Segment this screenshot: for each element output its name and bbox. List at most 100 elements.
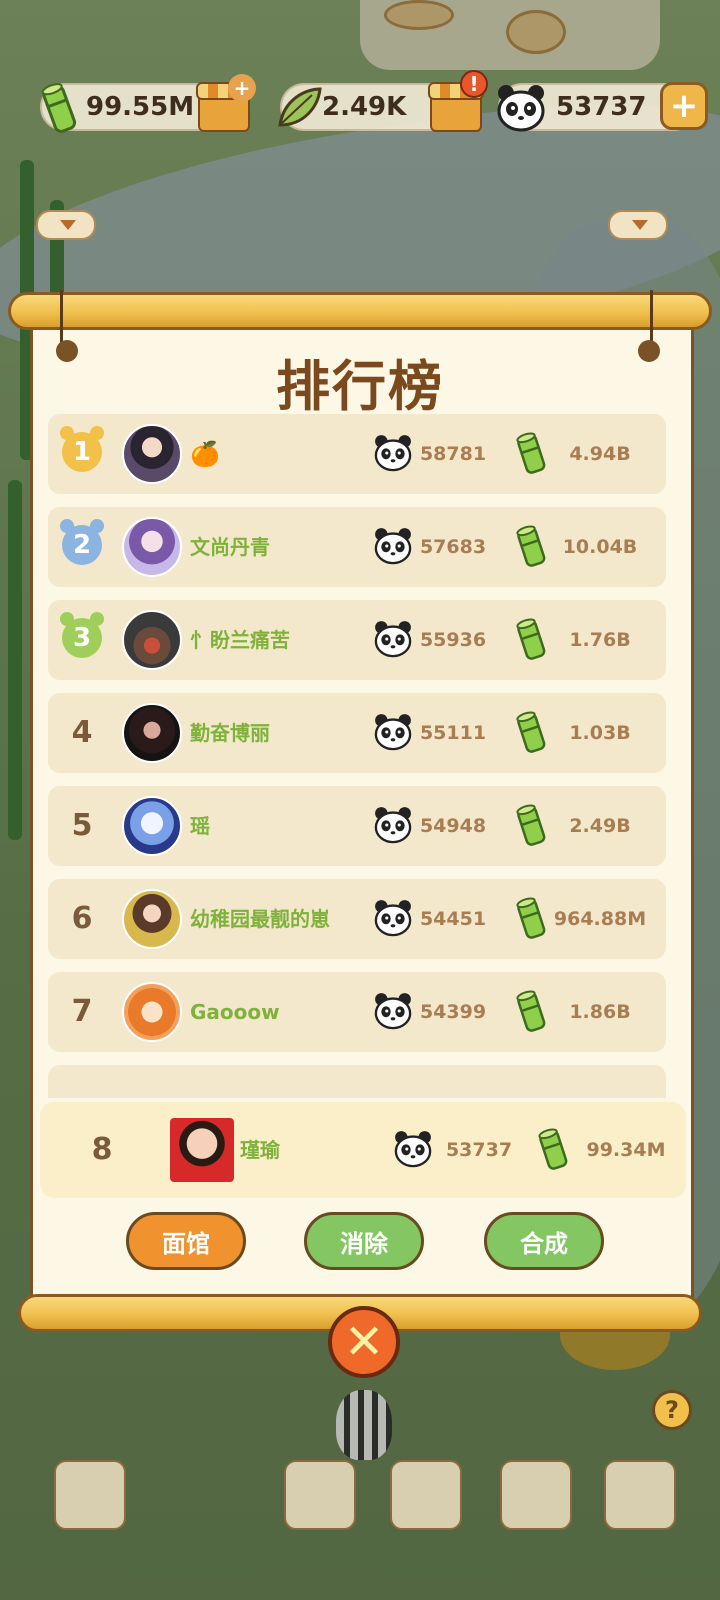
bamboo-icon xyxy=(538,1128,568,1170)
player-name: 文尚丹青 xyxy=(190,507,270,587)
panda-icon xyxy=(374,621,412,658)
rank-number: 8 xyxy=(91,1132,113,1167)
panda-amount: 53737 xyxy=(556,92,647,122)
rank-number: 6 xyxy=(71,901,93,936)
add-currency-button[interactable]: + xyxy=(660,82,708,130)
collapse-tab-right[interactable] xyxy=(608,210,668,240)
player-name: 勤奋博丽 xyxy=(190,693,270,773)
leaderboard-title: 排行榜 xyxy=(276,355,444,418)
tab-eliminate[interactable]: 消除 xyxy=(304,1212,424,1270)
leaf-icon xyxy=(278,87,322,127)
tab-noodle-shop[interactable]: 面馆 xyxy=(126,1212,246,1270)
avatar[interactable] xyxy=(122,796,182,856)
avatar[interactable] xyxy=(122,517,182,577)
leaderboard-row[interactable]: 2 文尚丹青 57683 10.04B xyxy=(48,507,666,587)
panda-icon xyxy=(374,807,412,844)
rank-number: 1 xyxy=(72,437,92,467)
player-name-text: 瑶 xyxy=(190,814,210,838)
leaderboard-row[interactable]: 7 Gaooow 54399 1.86B xyxy=(48,972,666,1052)
leaderboard-row[interactable]: 4 勤奋博丽 55111 1.03B xyxy=(48,693,666,773)
bamboo-score: 1.03B xyxy=(569,722,631,744)
bamboo-score: 2.49B xyxy=(569,815,631,837)
panda-icon xyxy=(374,435,412,472)
panda-score: 54399 xyxy=(419,1001,487,1023)
alert-icon: ! xyxy=(460,70,488,98)
rank-medal-icon: 2 xyxy=(60,519,104,565)
close-button[interactable]: ✕ xyxy=(328,1306,400,1378)
panda-icon xyxy=(374,528,412,565)
panda-score: 53737 xyxy=(445,1139,513,1161)
bamboo-score: 99.34M xyxy=(586,1139,666,1161)
player-name: Gaooow xyxy=(190,972,280,1052)
leaderboard-row[interactable]: 6 幼稚园最靓的崽 54451 964.88M xyxy=(48,879,666,959)
avatar[interactable] xyxy=(122,703,182,763)
player-name: 幼稚园最靓的崽 xyxy=(190,879,330,959)
avatar[interactable] xyxy=(170,1118,234,1182)
player-name-text: 忄盼兰痛苦 xyxy=(190,628,290,652)
leaf-amount: 2.49K xyxy=(322,92,407,122)
player-name: 瑶 xyxy=(190,786,210,866)
close-icon: ✕ xyxy=(343,1314,385,1370)
leaderboard-row[interactable]: 1 🍊 58781 4.94B xyxy=(48,414,666,494)
resource-bar: 99.55M + 2.49K ! 53737 + xyxy=(0,70,720,134)
bamboo-score: 10.04B xyxy=(562,536,638,558)
bamboo-icon xyxy=(516,432,546,474)
panda-score: 55111 xyxy=(419,722,487,744)
bamboo-score: 964.88M xyxy=(553,908,647,930)
bamboo-icon xyxy=(516,618,546,660)
avatar[interactable] xyxy=(122,610,182,670)
player-name: 🍊 xyxy=(190,414,220,494)
avatar[interactable] xyxy=(122,982,182,1042)
scroll-rod-top xyxy=(8,292,712,330)
bamboo-score: 1.86B xyxy=(569,1001,631,1023)
bamboo-score: 4.94B xyxy=(569,443,631,465)
panda-score: 54948 xyxy=(419,815,487,837)
rank-number: 5 xyxy=(71,808,93,843)
panda-icon xyxy=(374,900,412,937)
player-name-text: 文尚丹青 xyxy=(190,535,270,559)
panda-icon xyxy=(374,993,412,1030)
tab-merge[interactable]: 合成 xyxy=(484,1212,604,1270)
avatar[interactable] xyxy=(122,424,182,484)
menu-button[interactable] xyxy=(284,1460,356,1530)
leaderboard-row[interactable]: 5 瑶 54948 2.49B xyxy=(48,786,666,866)
panda-score: 58781 xyxy=(419,443,487,465)
panda-icon xyxy=(374,714,412,751)
help-button[interactable]: ? xyxy=(652,1390,692,1430)
bamboo-icon xyxy=(516,990,546,1032)
panda-score: 57683 xyxy=(419,536,487,558)
bamboo-score: 1.76B xyxy=(569,629,631,651)
player-name-text: Gaooow xyxy=(190,1000,280,1024)
panda-icon xyxy=(497,85,545,132)
panda-score: 55936 xyxy=(419,629,487,651)
rank-number: 7 xyxy=(71,994,93,1029)
rank-medal-icon: 1 xyxy=(60,426,104,472)
plus-icon[interactable]: + xyxy=(228,74,256,102)
gift-button[interactable] xyxy=(604,1460,676,1530)
player-name-emoji: 🍊 xyxy=(190,440,220,468)
tool-button[interactable] xyxy=(390,1460,462,1530)
bamboo-icon xyxy=(516,804,546,846)
leaderboard-list[interactable]: 1 🍊 58781 4.94B 2 文尚丹青 57683 10.04B 3 忄盼兰痛苦 55936 1… xyxy=(48,414,666,1098)
rank-medal-icon: 3 xyxy=(60,612,104,658)
player-name-text: 幼稚园最靓的崽 xyxy=(190,907,330,931)
collapse-tab-left[interactable] xyxy=(36,210,96,240)
player-name-text: 勤奋博丽 xyxy=(190,721,270,745)
bamboo-icon xyxy=(41,83,77,133)
leaderboard-row[interactable] xyxy=(48,1065,666,1098)
leaderboard-row[interactable]: 3 忄盼兰痛苦 55936 1.76B xyxy=(48,600,666,680)
bamboo-icon xyxy=(516,897,546,939)
map-button[interactable] xyxy=(54,1460,126,1530)
avatar[interactable] xyxy=(122,889,182,949)
bamboo-icon xyxy=(516,525,546,567)
bamboo-amount: 99.55M xyxy=(86,92,195,122)
rank-number: 3 xyxy=(72,623,92,653)
player-name: 瑾瑜 xyxy=(240,1138,280,1162)
bamboo-icon xyxy=(516,711,546,753)
my-rank-row: 8 瑾瑜 53737 99.34M xyxy=(40,1102,686,1198)
player-name: 忄盼兰痛苦 xyxy=(190,600,290,680)
order-button[interactable] xyxy=(500,1460,572,1530)
panda-icon xyxy=(394,1131,432,1168)
panda-score: 54451 xyxy=(419,908,487,930)
rank-number: 4 xyxy=(71,715,93,750)
